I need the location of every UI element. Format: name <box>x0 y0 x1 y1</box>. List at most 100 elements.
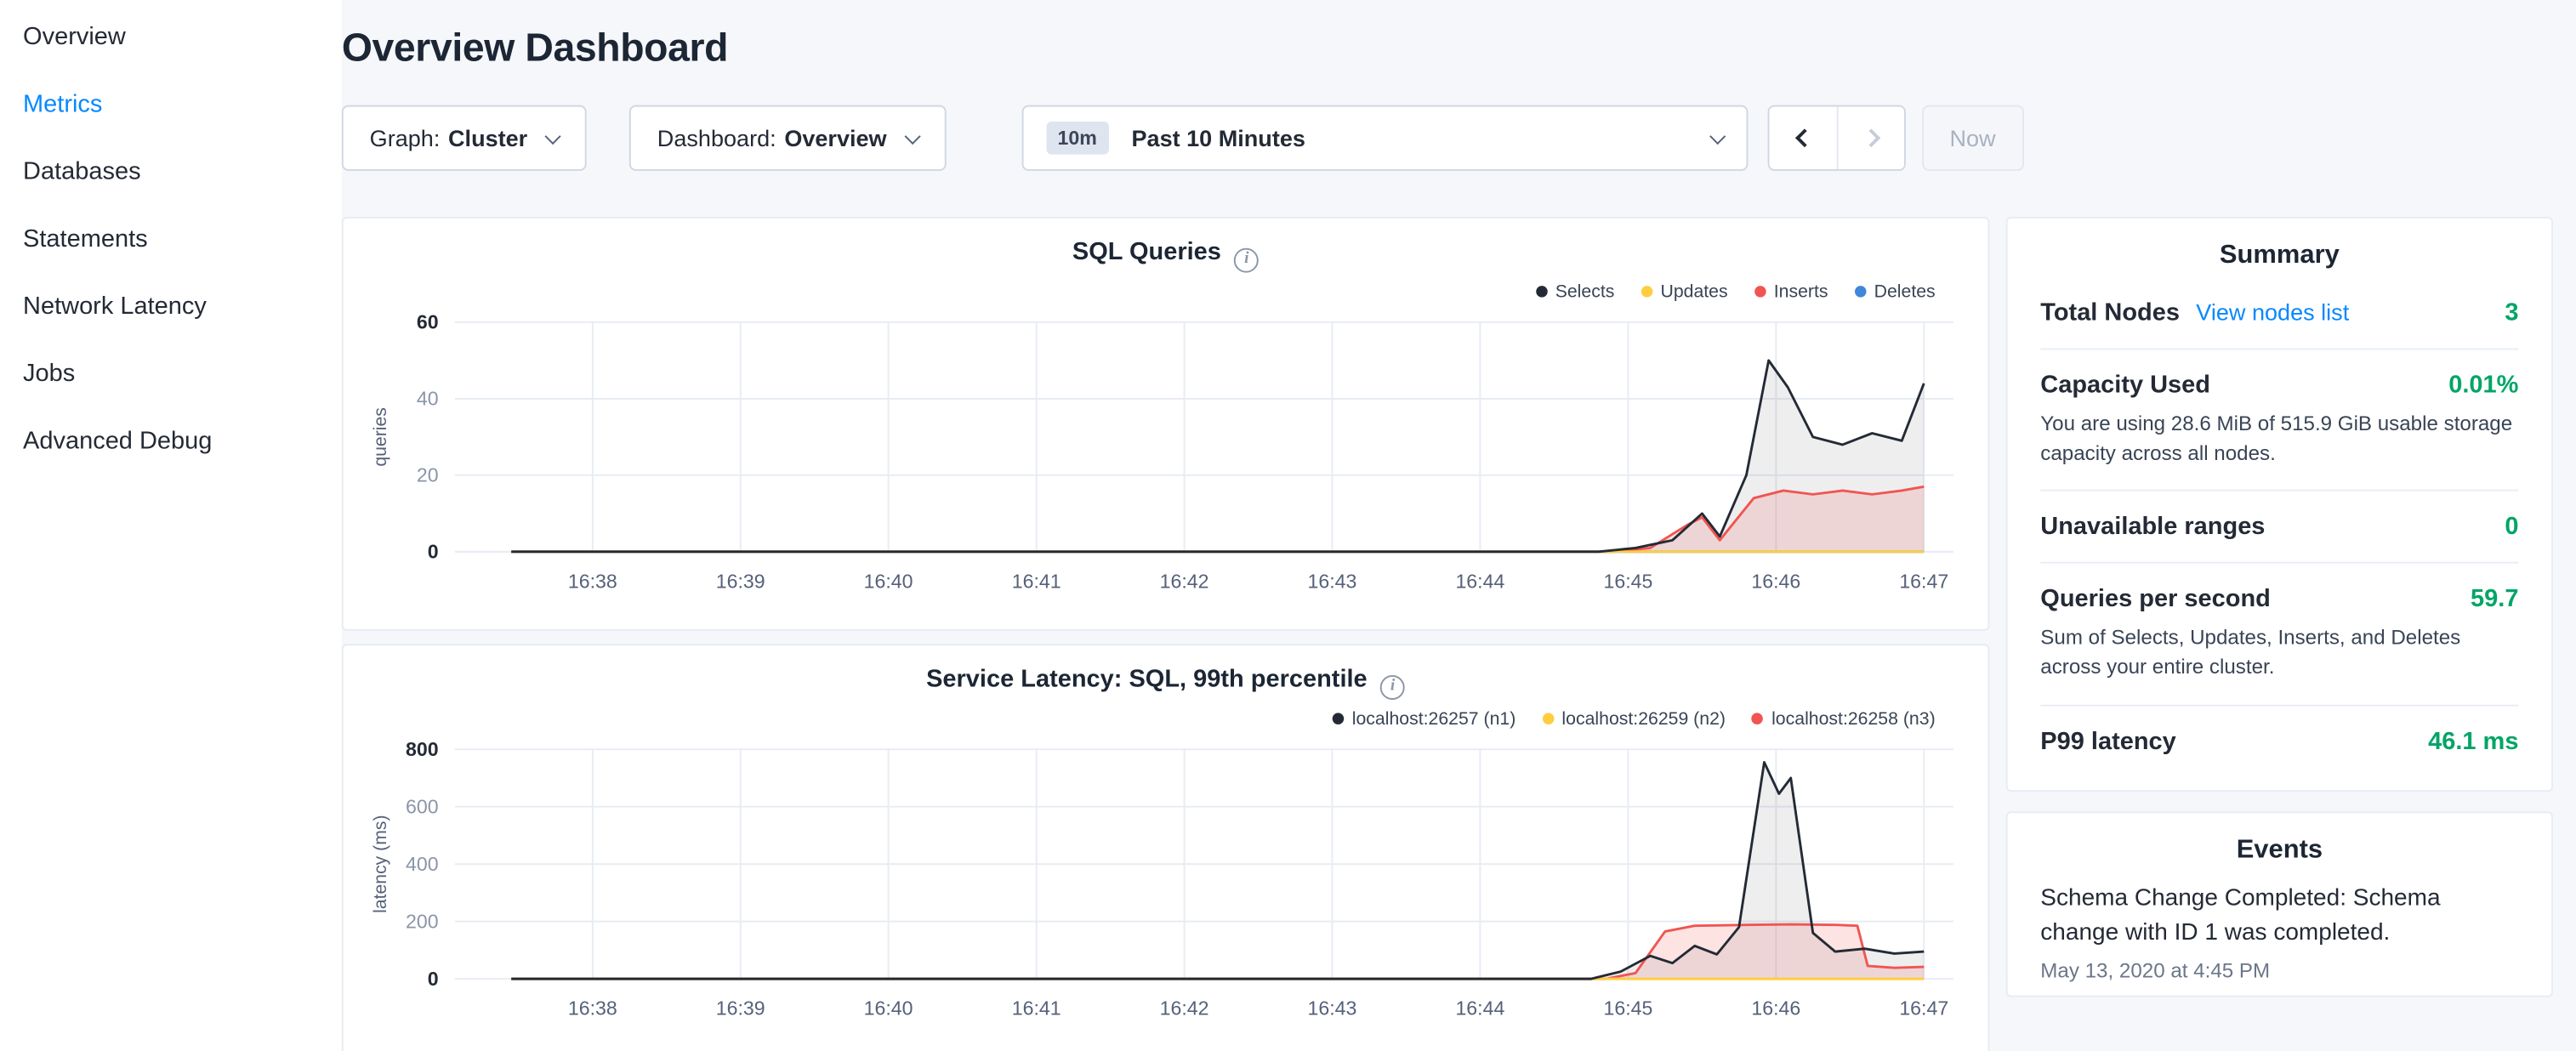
svg-text:40: 40 <box>417 387 439 409</box>
svg-text:latency (ms): latency (ms) <box>371 815 390 912</box>
charts-column: SQL Queries i Selects Updates <box>342 217 1990 1051</box>
sidebar-item-metrics[interactable]: Metrics <box>23 71 342 138</box>
graph-scope-dropdown[interactable]: Graph: Cluster <box>342 105 587 171</box>
time-forward-button[interactable] <box>1836 107 1903 169</box>
svg-text:16:38: 16:38 <box>568 997 617 1019</box>
event-message: Schema Change Completed: Schema change w… <box>2040 881 2518 952</box>
chevron-down-icon <box>1709 128 1726 144</box>
dashboard-grid: SQL Queries i Selects Updates <box>342 217 2553 1051</box>
chevron-down-icon <box>904 128 920 144</box>
time-range-label: Past 10 Minutes <box>1131 125 1305 151</box>
svg-text:800: 800 <box>406 737 439 759</box>
summary-row-capacity-used: Capacity Used 0.01% You are using 28.6 M… <box>2040 349 2518 491</box>
time-range-select[interactable]: 10m Past 10 Minutes <box>1021 105 1748 171</box>
info-icon[interactable]: i <box>1234 247 1259 272</box>
svg-text:16:44: 16:44 <box>1455 997 1504 1019</box>
chart-title: Service Latency: SQL, 99th percentile <box>926 665 1368 693</box>
time-pager <box>1767 105 1905 171</box>
graph-scope-value: Cluster <box>448 125 527 151</box>
sidebar-item-statements[interactable]: Statements <box>23 205 342 272</box>
events-title: Events <box>2040 835 2518 865</box>
svg-text:16:40: 16:40 <box>864 997 913 1019</box>
sidebar-item-advanced-debug[interactable]: Advanced Debug <box>23 407 342 474</box>
legend-item-updates[interactable]: Updates <box>1641 281 1727 301</box>
events-panel: Events Schema Change Completed: Schema c… <box>2006 810 2553 997</box>
queries-per-second-value: 59.7 <box>2471 585 2518 613</box>
sidebar-item-jobs[interactable]: Jobs <box>23 340 342 407</box>
svg-text:200: 200 <box>406 909 439 931</box>
summary-row-unavailable-ranges: Unavailable ranges 0 <box>2040 491 2518 564</box>
view-nodes-list-link[interactable]: View nodes list <box>2196 299 2349 326</box>
app-window: Overview Metrics Databases Statements Ne… <box>0 0 2576 1051</box>
event-timestamp: May 13, 2020 at 4:45 PM <box>2040 959 2518 982</box>
summary-row-total-nodes: Total Nodes View nodes list 3 <box>2040 277 2518 349</box>
legend-item-selects[interactable]: Selects <box>1536 281 1615 301</box>
summary-row-queries-per-second: Queries per second 59.7 Sum of Selects, … <box>2040 564 2518 706</box>
series-dot-icon <box>1754 286 1766 298</box>
capacity-used-description: You are using 28.6 MiB of 515.9 GiB usab… <box>2040 409 2518 469</box>
chart-legend: localhost:26257 (n1) localhost:26259 (n2… <box>360 709 1971 729</box>
capacity-used-value: 0.01% <box>2448 372 2518 400</box>
service-latency-plot: 020040060080016:3816:3916:4016:4116:4216… <box>360 735 1971 1027</box>
svg-text:16:46: 16:46 <box>1751 997 1800 1019</box>
sql-queries-plot: 020406016:3816:3916:4016:4116:4216:4316:… <box>360 308 1971 600</box>
chart-title: SQL Queries <box>1072 238 1221 266</box>
graph-scope-label: Graph: <box>370 125 441 151</box>
svg-text:0: 0 <box>428 967 439 989</box>
dashboard-value: Overview <box>784 125 886 151</box>
time-range-badge: 10m <box>1046 122 1108 155</box>
svg-text:16:39: 16:39 <box>716 569 765 591</box>
series-dot-icon <box>1752 713 1764 724</box>
svg-text:16:45: 16:45 <box>1604 569 1653 591</box>
legend-item-n1[interactable]: localhost:26257 (n1) <box>1333 709 1516 729</box>
svg-text:16:45: 16:45 <box>1604 997 1653 1019</box>
svg-text:queries: queries <box>371 406 390 466</box>
legend-item-n3[interactable]: localhost:26258 (n3) <box>1752 709 1936 729</box>
toolbar: Graph: Cluster Dashboard: Overview 10m P… <box>342 105 2553 171</box>
svg-text:16:47: 16:47 <box>1899 569 1948 591</box>
time-back-button[interactable] <box>1769 107 1836 169</box>
total-nodes-value: 3 <box>2505 299 2518 327</box>
sidebar-item-databases[interactable]: Databases <box>23 138 342 205</box>
legend-item-inserts[interactable]: Inserts <box>1754 281 1828 301</box>
queries-per-second-description: Sum of Selects, Updates, Inserts, and De… <box>2040 623 2518 683</box>
legend-item-n2[interactable]: localhost:26259 (n2) <box>1542 709 1726 729</box>
sidebar-item-network-latency[interactable]: Network Latency <box>23 273 342 340</box>
chevron-down-icon <box>545 128 561 144</box>
svg-text:600: 600 <box>406 794 439 816</box>
svg-text:16:46: 16:46 <box>1751 569 1800 591</box>
chevron-right-icon <box>1862 128 1880 147</box>
series-dot-icon <box>1536 286 1548 298</box>
svg-text:0: 0 <box>428 540 439 562</box>
svg-text:16:41: 16:41 <box>1012 569 1061 591</box>
summary-row-p99-latency: P99 latency 46.1 ms <box>2040 706 2518 776</box>
summary-panel: Summary Total Nodes View nodes list 3 <box>2006 217 2553 791</box>
right-column: Summary Total Nodes View nodes list 3 <box>2006 217 2553 997</box>
sidebar-item-overview[interactable]: Overview <box>23 3 342 71</box>
summary-title: Summary <box>2040 241 2518 271</box>
svg-text:16:42: 16:42 <box>1160 997 1209 1019</box>
chart-legend: Selects Updates Inserts Deletes <box>360 281 1971 301</box>
main-content: Overview Dashboard Graph: Cluster Dashbo… <box>342 0 2576 1051</box>
service-latency-chart-card: Service Latency: SQL, 99th percentile i l… <box>342 644 1990 1051</box>
svg-text:20: 20 <box>417 463 439 486</box>
svg-text:16:44: 16:44 <box>1455 569 1504 591</box>
svg-text:16:39: 16:39 <box>716 997 765 1019</box>
svg-text:16:47: 16:47 <box>1899 997 1948 1019</box>
chevron-left-icon <box>1795 128 1814 147</box>
svg-text:16:41: 16:41 <box>1012 997 1061 1019</box>
now-button[interactable]: Now <box>1922 105 2024 171</box>
legend-item-deletes[interactable]: Deletes <box>1854 281 1935 301</box>
dashboard-dropdown[interactable]: Dashboard: Overview <box>629 105 946 171</box>
page-title: Overview Dashboard <box>342 26 2553 72</box>
svg-text:60: 60 <box>417 310 439 332</box>
svg-text:16:38: 16:38 <box>568 569 617 591</box>
series-dot-icon <box>1854 286 1866 298</box>
svg-text:16:43: 16:43 <box>1308 569 1357 591</box>
event-item: Schema Change Completed: Schema change w… <box>2040 881 2518 982</box>
info-icon[interactable]: i <box>1380 674 1405 699</box>
sidebar: Overview Metrics Databases Statements Ne… <box>0 0 342 1051</box>
p99-latency-value: 46.1 ms <box>2428 727 2518 755</box>
sql-queries-chart-card: SQL Queries i Selects Updates <box>342 217 1990 631</box>
series-dot-icon <box>1542 713 1554 724</box>
